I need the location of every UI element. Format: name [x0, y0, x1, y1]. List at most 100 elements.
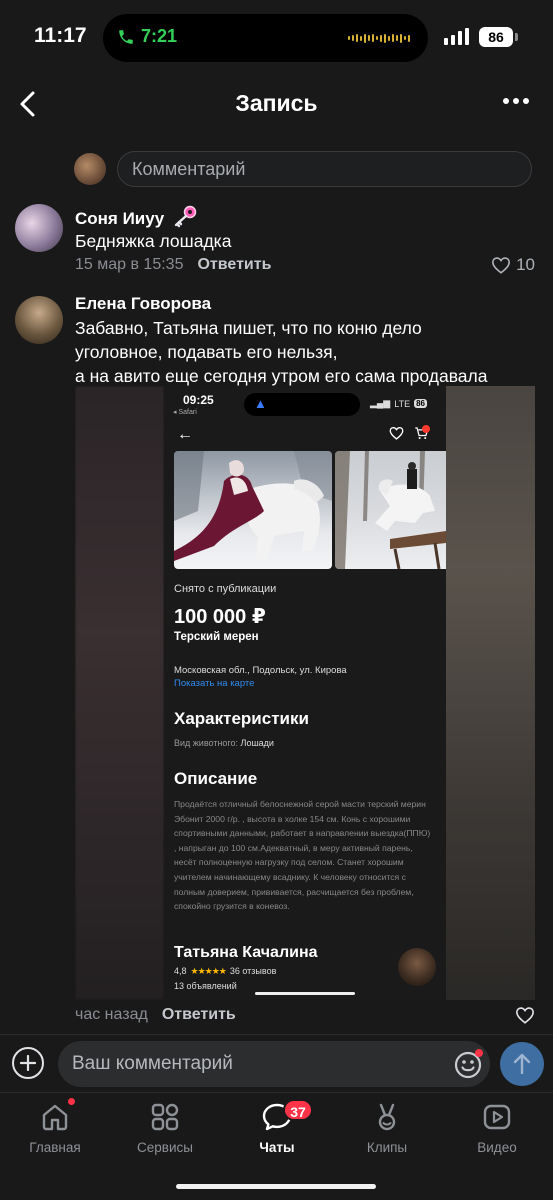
- home-notification-dot: [68, 1098, 75, 1105]
- image-blur-right: [446, 386, 535, 1000]
- comment-line: Забавно, Татьяна пишет, что по коню дело: [75, 318, 422, 338]
- listing-name: Терский мерен: [174, 631, 259, 643]
- dynamic-island[interactable]: 7:21: [103, 14, 428, 62]
- seller-avatar: [398, 948, 436, 986]
- seller-ads-count: 13 объявлений: [174, 981, 237, 991]
- embedded-status-icons: ▂▄▆ LTE 86: [370, 398, 427, 409]
- comment-author[interactable]: Соня Ииуу: [75, 204, 198, 229]
- listing-map-link: Показать на карте: [174, 678, 255, 689]
- services-grid-icon: [151, 1103, 179, 1131]
- author-name: Соня Ииуу: [75, 209, 165, 228]
- plus-icon: [20, 1055, 36, 1071]
- dot: [513, 98, 519, 104]
- embedded-status-time: 09:25: [183, 393, 214, 407]
- embedded-signal-icon: ▂▄▆: [370, 398, 391, 408]
- dot: [503, 98, 509, 104]
- navigation-arrow-icon: ▲: [254, 396, 267, 411]
- comment-time: 15 мар в 15:35: [75, 256, 184, 273]
- description-heading: Описание: [174, 769, 258, 788]
- tab-label: Видео: [477, 1140, 517, 1155]
- horse-photo-jump: [335, 451, 446, 569]
- arrow-up-icon: [513, 1053, 531, 1075]
- embedded-dynamic-island: ▲: [244, 393, 360, 416]
- embedded-heart-icon: [389, 426, 404, 440]
- comment-compose-input[interactable]: Ваш комментарий: [58, 1041, 490, 1087]
- battery-tip: [515, 33, 518, 41]
- embedded-network: LTE: [394, 398, 411, 409]
- like-count: 10: [516, 255, 535, 274]
- top-comment-row: Комментарий: [74, 151, 532, 187]
- comment-text: Бедняжка лошадка: [75, 231, 232, 251]
- tab-label: Чаты: [259, 1140, 295, 1155]
- like-button[interactable]: 10: [491, 255, 535, 275]
- chats-unread-badge: 37: [283, 1099, 313, 1121]
- like-button[interactable]: [515, 1006, 535, 1029]
- dot: [523, 98, 529, 104]
- tab-label: Главная: [29, 1140, 81, 1155]
- tab-clips[interactable]: Клипы: [337, 1101, 437, 1155]
- heart-icon: [515, 1007, 535, 1024]
- cellular-signal-icon: [444, 28, 469, 45]
- attached-image[interactable]: 09:25 ◂ Safari ▲ ▂▄▆ LTE 86 ← Снято с пу…: [75, 386, 535, 1000]
- characteristics-row: Вид животного: Лошади: [174, 738, 274, 748]
- comment-input[interactable]: Комментарий: [117, 151, 532, 187]
- home-icon: [42, 1104, 68, 1131]
- embedded-cart-badge: [422, 425, 430, 433]
- home-indicator: [176, 1184, 376, 1189]
- reply-button[interactable]: Ответить: [197, 256, 271, 274]
- reply-button[interactable]: Ответить: [162, 1006, 236, 1024]
- char-label: Вид животного:: [174, 738, 239, 748]
- compose-bar: Ваш комментарий: [0, 1034, 553, 1092]
- embedded-back-to-safari: ◂ Safari: [173, 409, 197, 416]
- characteristics-heading: Характеристики: [174, 709, 309, 728]
- status-time: 11:17: [34, 24, 87, 47]
- phone-icon: [119, 29, 133, 44]
- reviews-count: 36 отзывов: [229, 966, 277, 976]
- listing-price: 100 000 ₽: [174, 606, 266, 628]
- comment-time: час назад: [75, 1006, 148, 1023]
- audio-waveform-icon: [348, 33, 410, 43]
- rating-value: 4,8: [174, 966, 187, 976]
- status-bar: 11:17 7:21 86: [0, 0, 553, 78]
- comment-meta: 15 мар в 15:35 Ответить: [75, 256, 271, 274]
- tab-video[interactable]: Видео: [447, 1101, 547, 1155]
- call-duration: 7:21: [141, 26, 178, 46]
- key-sticker-icon: [174, 205, 197, 228]
- comment-text: Забавно, Татьяна пишет, что по коню дело…: [75, 316, 487, 388]
- comment-author[interactable]: Елена Говорова: [75, 294, 211, 314]
- avatar[interactable]: [15, 204, 63, 252]
- listing-status: Снято с публикации: [174, 583, 277, 595]
- page-title: Запись: [235, 90, 318, 116]
- embedded-back-arrow-icon: ←: [177, 426, 193, 443]
- seller-rating: 4,8 ★★★★★ 36 отзывов: [174, 966, 276, 977]
- tab-label: Сервисы: [137, 1140, 193, 1155]
- tab-services[interactable]: Сервисы: [115, 1101, 215, 1155]
- horse-photo-art: [174, 451, 332, 561]
- current-user-avatar: [74, 153, 106, 185]
- horse-photo-rider-in-snow: [174, 451, 332, 569]
- embedded-screenshot: 09:25 ◂ Safari ▲ ▂▄▆ LTE 86 ← Снято с пу…: [164, 386, 446, 1000]
- clips-icon: [378, 1103, 396, 1131]
- seller-name: Татьяна Качалина: [174, 944, 318, 961]
- comment-line: а на авито еще сегодня утром его сама пр…: [75, 366, 488, 386]
- comment-line: уголовное, подавать его нельзя,: [75, 342, 338, 362]
- comment-meta: час назад Ответить: [75, 1006, 236, 1024]
- active-call-indicator[interactable]: 7:21: [117, 26, 177, 47]
- battery-indicator: 86: [479, 27, 513, 47]
- char-value: Лошади: [240, 738, 274, 748]
- tab-home[interactable]: Главная: [5, 1101, 105, 1155]
- send-button[interactable]: [500, 1042, 544, 1086]
- video-icon: [483, 1104, 511, 1130]
- embedded-home-indicator: [255, 992, 355, 995]
- emoji-notification-dot: [475, 1049, 483, 1057]
- rating-stars-icon: ★★★★★: [190, 966, 227, 976]
- heart-icon: [492, 257, 511, 274]
- avatar[interactable]: [15, 296, 63, 344]
- listing-description: Продаётся отличный белоснежной серой мас…: [174, 799, 431, 912]
- embedded-battery: 86: [414, 399, 427, 408]
- nav-header: Запись: [0, 78, 553, 132]
- attach-button[interactable]: [12, 1047, 44, 1079]
- image-blur-left: [75, 386, 164, 1000]
- more-options-button[interactable]: [503, 98, 529, 104]
- horse-photo-art: [335, 451, 446, 569]
